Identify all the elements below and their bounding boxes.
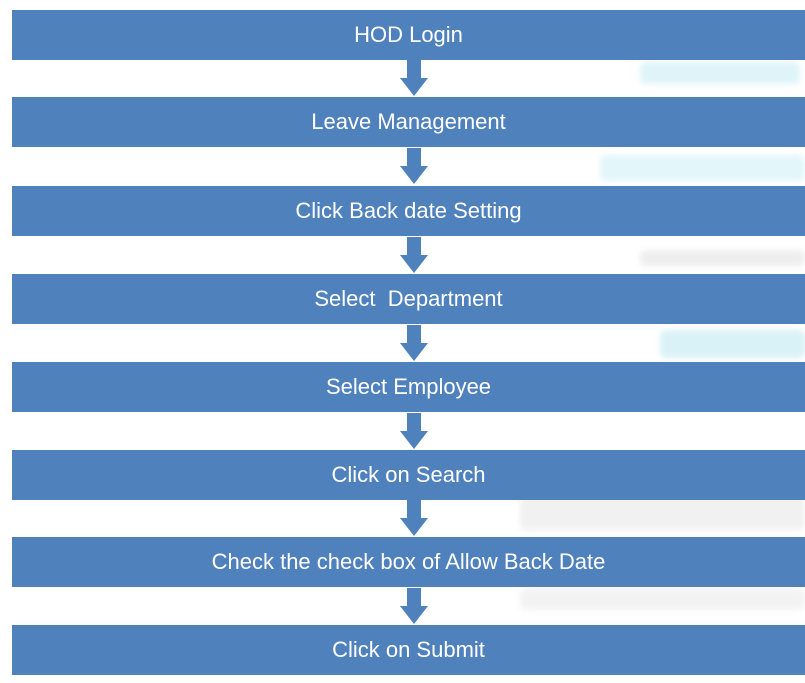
down-arrow-icon (400, 500, 428, 536)
down-arrow-icon (400, 413, 428, 449)
down-arrow-icon (400, 148, 428, 184)
down-arrow-icon (400, 237, 428, 273)
step-check-allow-back-date: Check the check box of Allow Back Date (12, 537, 805, 587)
step-click-back-date-setting: Click Back date Setting (12, 186, 805, 236)
step-click-on-submit: Click on Submit (12, 625, 805, 675)
step-select-employee: Select Employee (12, 362, 805, 412)
down-arrow-icon (400, 325, 428, 361)
process-flowchart: HOD Login Leave Management Click Back da… (0, 0, 805, 683)
step-click-on-search: Click on Search (12, 450, 805, 500)
step-hod-login: HOD Login (12, 10, 805, 60)
step-select-department: Select Department (12, 274, 805, 324)
down-arrow-icon (400, 60, 428, 96)
step-leave-management: Leave Management (12, 97, 805, 147)
down-arrow-icon (400, 588, 428, 624)
